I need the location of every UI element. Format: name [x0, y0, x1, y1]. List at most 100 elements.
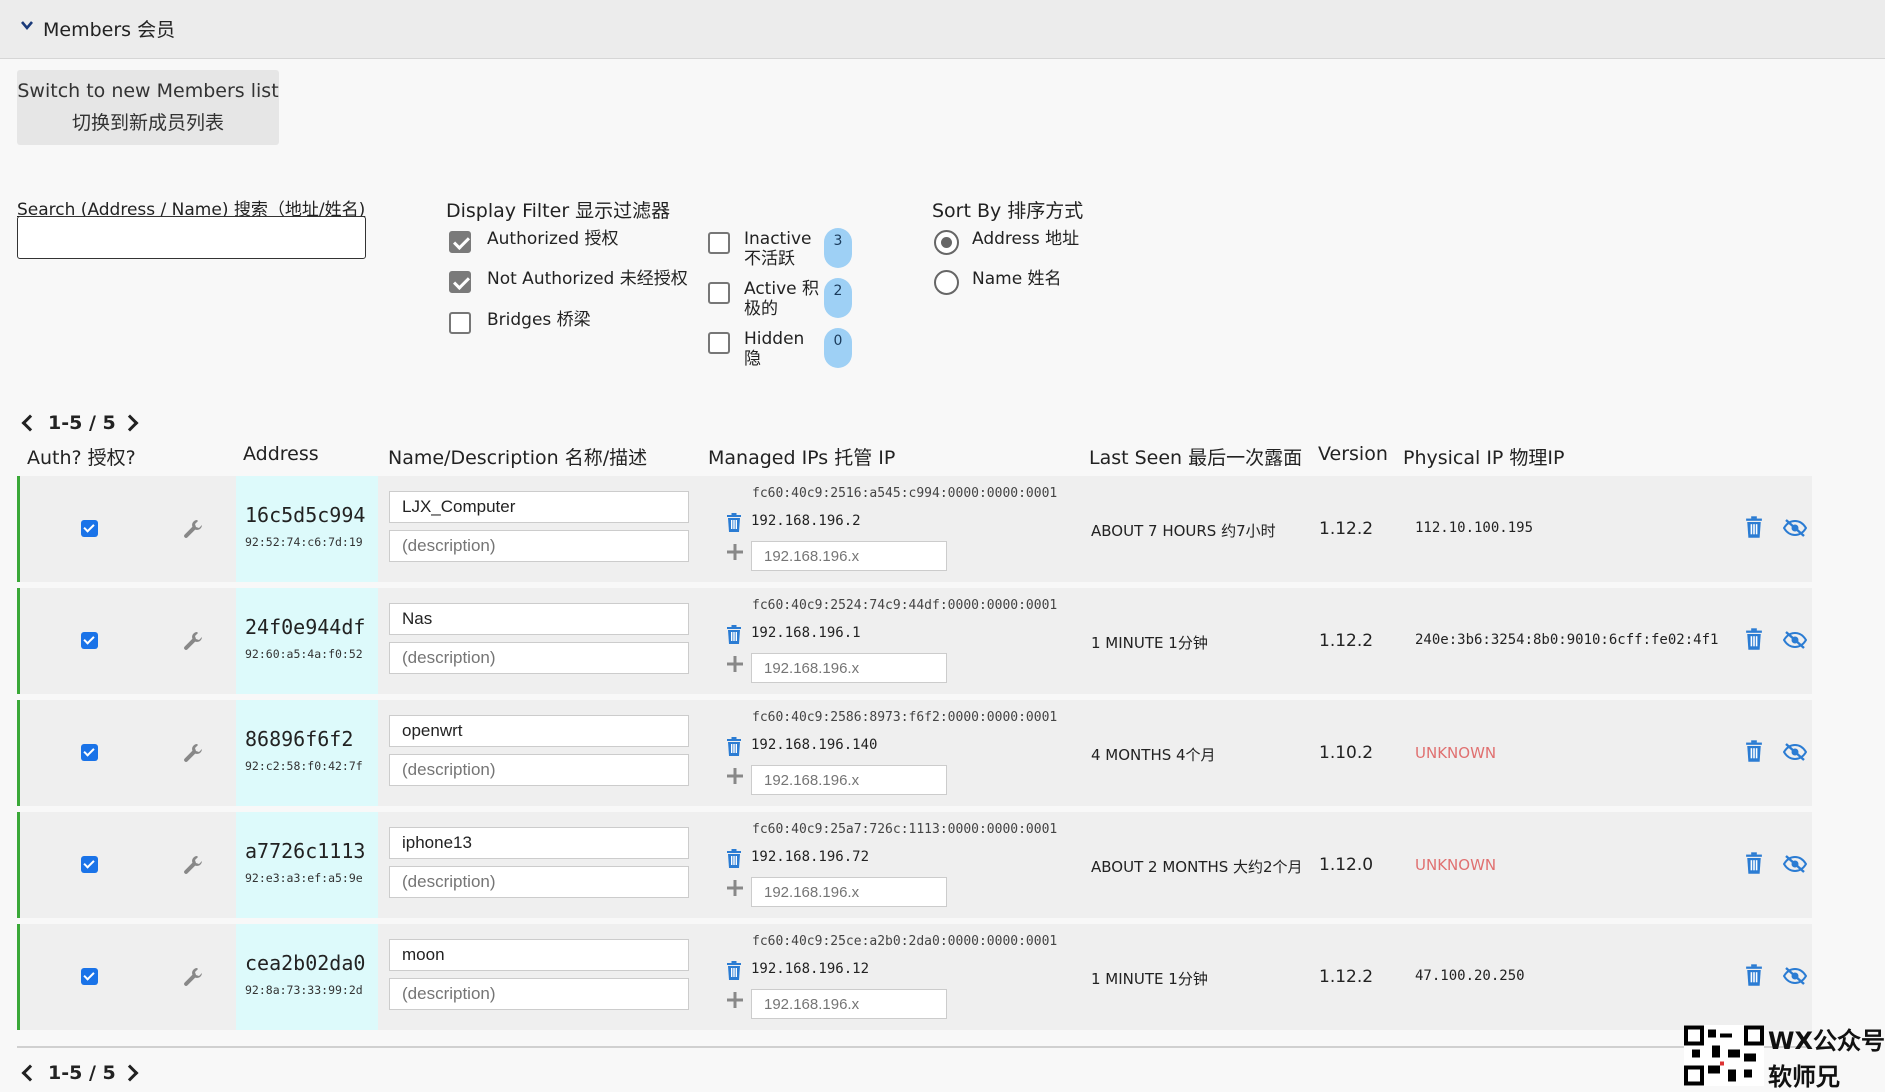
member-ipv6: fc60:40c9:2516:a545:c994:0000:0000:0001 [752, 486, 1058, 501]
authorize-checkbox[interactable] [81, 856, 98, 873]
qr-code-icon [1684, 1025, 1764, 1086]
filter-bridges-label: Bridges 桥梁 [487, 310, 591, 330]
section-title: Members 会员 [43, 19, 176, 41]
members-header[interactable]: Members 会员 [0, 0, 1885, 59]
member-row: 86896f6f2 92:c2:58:f0:42:7f fc60:40c9:2586… [17, 700, 1812, 806]
filter-hidden-checkbox[interactable] [708, 332, 730, 354]
delete-member-icon[interactable] [1745, 964, 1763, 986]
wrench-icon[interactable] [182, 518, 204, 540]
col-managed-ips: Managed IPs 托管 IP [708, 447, 896, 469]
col-address: Address [243, 443, 319, 465]
member-address-cell: 16c5d5c994 92:52:74:c6:7d:19 [236, 476, 378, 582]
remove-ip-icon[interactable] [726, 513, 742, 532]
remove-ip-icon[interactable] [726, 737, 742, 756]
authorize-checkbox[interactable] [81, 968, 98, 985]
prev-page-icon[interactable] [21, 414, 39, 432]
member-name-input[interactable] [389, 491, 689, 523]
member-version: 1.12.2 [1319, 967, 1374, 987]
member-name-input[interactable] [389, 827, 689, 859]
authorize-checkbox[interactable] [81, 520, 98, 537]
filter-not-authorized-label: Not Authorized 未经授权 [487, 269, 688, 289]
filter-authorized-label: Authorized 授权 [487, 229, 619, 249]
col-auth: Auth? 授权? [27, 447, 136, 469]
wrench-icon[interactable] [182, 742, 204, 764]
sort-address-radio[interactable] [934, 230, 959, 255]
member-description-input[interactable] [389, 754, 689, 786]
next-page-icon[interactable] [121, 414, 139, 432]
remove-ip-icon[interactable] [726, 961, 742, 980]
member-row: 16c5d5c994 92:52:74:c6:7d:19 fc60:40c9:251… [17, 476, 1812, 582]
remove-ip-icon[interactable] [726, 849, 742, 868]
filter-active-label: Active 积 极的 [744, 279, 819, 319]
switch-button-line1: Switch to new Members list [17, 80, 279, 102]
member-address: 16c5d5c994 [245, 503, 366, 527]
chevron-down-icon[interactable] [20, 18, 34, 32]
delete-member-icon[interactable] [1745, 628, 1763, 650]
member-last-seen: ABOUT 2 MONTHS 大约2个月 [1091, 858, 1303, 876]
member-address: 24f0e944df [245, 615, 366, 639]
add-ip-icon[interactable] [726, 767, 744, 785]
watermark-line1: WX公众号 [1768, 1027, 1885, 1055]
hide-member-icon[interactable] [1782, 518, 1808, 538]
col-physical-ip: Physical IP 物理IP [1403, 447, 1565, 469]
add-ip-icon[interactable] [726, 655, 744, 673]
member-last-seen: 1 MINUTE 1分钟 [1091, 634, 1208, 652]
delete-member-icon[interactable] [1745, 740, 1763, 762]
hide-member-icon[interactable] [1782, 854, 1808, 874]
filter-bridges-checkbox[interactable] [449, 312, 471, 334]
filter-authorized-checkbox[interactable] [449, 231, 471, 253]
filter-active-checkbox[interactable] [708, 282, 730, 304]
add-ip-input[interactable] [751, 541, 947, 571]
hide-member-icon[interactable] [1782, 742, 1808, 762]
member-name-input[interactable] [389, 939, 689, 971]
member-description-input[interactable] [389, 978, 689, 1010]
member-physical-ip: 47.100.20.250 [1415, 968, 1525, 984]
search-input[interactable] [17, 216, 366, 259]
member-last-seen: 4 MONTHS 4个月 [1091, 746, 1216, 764]
col-last-seen: Last Seen 最后一次露面 [1089, 447, 1303, 469]
filter-not-authorized-checkbox[interactable] [449, 271, 471, 293]
member-address-cell: cea2b02da0 92:8a:73:33:99:2d [236, 924, 378, 1030]
member-row: a7726c1113 92:e3:a3:ef:a5:9e fc60:40c9:25a… [17, 812, 1812, 918]
add-ip-icon[interactable] [726, 543, 744, 561]
member-mac: 92:e3:a3:ef:a5:9e [245, 871, 363, 885]
member-address-cell: 24f0e944df 92:60:a5:4a:f0:52 [236, 588, 378, 694]
member-description-input[interactable] [389, 642, 689, 674]
switch-members-list-button[interactable]: Switch to new Members list 切换到新成员列表 [17, 70, 279, 145]
add-ip-icon[interactable] [726, 879, 744, 897]
add-ip-icon[interactable] [726, 991, 744, 1009]
add-ip-input[interactable] [751, 765, 947, 795]
hide-member-icon[interactable] [1782, 966, 1808, 986]
filter-inactive-checkbox[interactable] [708, 232, 730, 254]
authorize-checkbox[interactable] [81, 632, 98, 649]
add-ip-input[interactable] [751, 989, 947, 1019]
delete-member-icon[interactable] [1745, 516, 1763, 538]
member-name-input[interactable] [389, 603, 689, 635]
filter-hidden-label: Hidden 隐 [744, 329, 805, 369]
member-name-input[interactable] [389, 715, 689, 747]
member-ipv4: 192.168.196.72 [751, 849, 870, 865]
hide-member-icon[interactable] [1782, 630, 1808, 650]
add-ip-input[interactable] [751, 653, 947, 683]
prev-page-icon[interactable] [21, 1064, 39, 1082]
wrench-icon[interactable] [182, 854, 204, 876]
add-ip-input[interactable] [751, 877, 947, 907]
member-ipv6: fc60:40c9:2586:8973:f6f2:0000:0000:0001 [752, 710, 1058, 725]
active-count-badge: 2 [824, 278, 852, 318]
member-physical-ip: UNKNOWN [1415, 744, 1497, 762]
authorize-checkbox[interactable] [81, 744, 98, 761]
wrench-icon[interactable] [182, 630, 204, 652]
delete-member-icon[interactable] [1745, 852, 1763, 874]
member-mac: 92:c2:58:f0:42:7f [245, 759, 363, 773]
member-last-seen: 1 MINUTE 1分钟 [1091, 970, 1208, 988]
wrench-icon[interactable] [182, 966, 204, 988]
member-description-input[interactable] [389, 530, 689, 562]
member-ipv4: 192.168.196.1 [751, 625, 861, 641]
inactive-count-badge: 3 [824, 228, 852, 268]
member-version: 1.12.2 [1319, 519, 1374, 539]
member-description-input[interactable] [389, 866, 689, 898]
remove-ip-icon[interactable] [726, 625, 742, 644]
sort-name-radio[interactable] [934, 270, 959, 295]
member-row: 24f0e944df 92:60:a5:4a:f0:52 fc60:40c9:252… [17, 588, 1812, 694]
next-page-icon[interactable] [121, 1064, 139, 1082]
